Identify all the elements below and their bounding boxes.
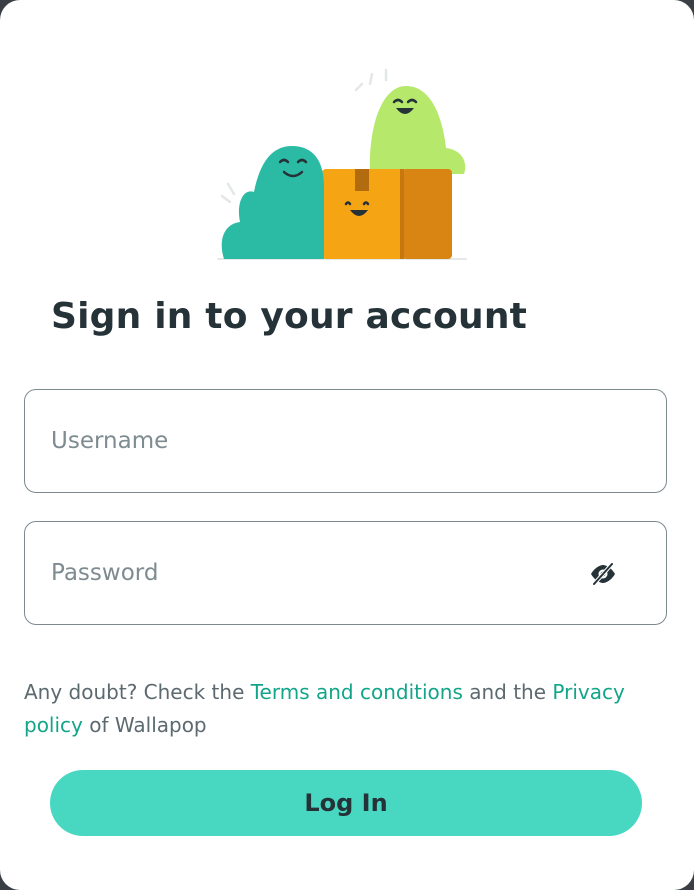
password-input[interactable] [51,522,591,624]
terms-notice: Any doubt? Check the Terms and condition… [24,676,664,742]
username-input[interactable] [51,390,591,492]
terms-prefix: Any doubt? Check the [24,680,251,704]
eye-slash-icon[interactable] [588,563,618,585]
login-dialog: Sign in to your account Any doubt? Check… [0,0,694,890]
terms-suffix: of Wallapop [82,713,207,737]
page-title: Sign in to your account [51,296,528,337]
terms-middle: and the [462,680,553,704]
terms-link[interactable]: Terms and conditions [251,680,463,704]
mascots-illustration [217,68,467,260]
login-button[interactable]: Log In [50,770,642,836]
password-field[interactable] [24,521,667,625]
username-field[interactable] [24,389,667,493]
